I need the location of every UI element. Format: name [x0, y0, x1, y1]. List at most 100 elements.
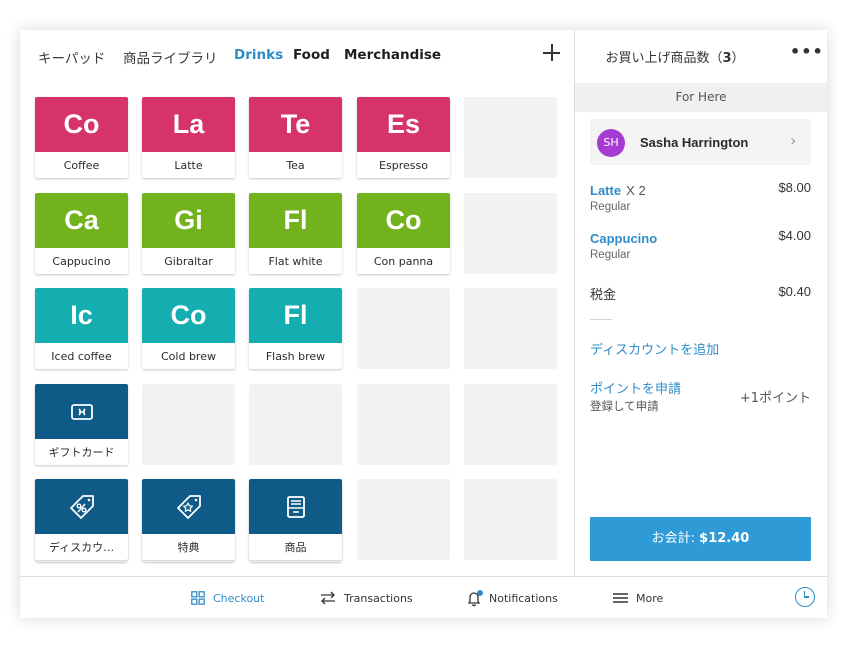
tile-label: 商品 [284, 541, 307, 554]
gift-card-icon [70, 403, 93, 420]
tile-abbreviation: Co [142, 288, 235, 343]
empty-tile-slot[interactable] [464, 288, 557, 369]
tile-abbreviation: Es [357, 97, 450, 152]
tile-abbreviation: Fl [249, 193, 342, 248]
empty-tile-slot[interactable] [464, 384, 557, 465]
nav-more[interactable]: More [613, 577, 663, 618]
tax-line: 税金 $0.40 [590, 284, 811, 303]
customer-name: Sasha Harrington [640, 135, 749, 150]
empty-tile-slot[interactable] [464, 97, 557, 178]
tab-drinks[interactable]: Drinks [234, 47, 283, 63]
tile-label: Coffee [63, 158, 100, 172]
nav-label: Checkout [213, 591, 265, 605]
tile-label: ディスカウ… [48, 541, 115, 554]
gift-card-icon [35, 384, 128, 439]
item-tile-coffee[interactable]: Co Coffee [35, 97, 128, 178]
line-item-name: Latte [590, 183, 622, 198]
divider [590, 319, 612, 320]
discount-tag-icon [35, 479, 128, 534]
clock-icon[interactable] [795, 587, 815, 607]
add-discount-link[interactable]: ディスカウントを追加 [590, 339, 719, 358]
tile-label: Espresso [379, 158, 428, 172]
items-tile[interactable]: 商品 [249, 479, 342, 560]
nav-label: Transactions [344, 591, 413, 605]
item-tile-gibraltar[interactable]: Gi Gibraltar [142, 193, 235, 274]
tile-abbreviation: Ca [35, 193, 128, 248]
category-tab-bar: キーパッド 商品ライブラリ Drinks Food Merchandise [20, 30, 574, 82]
empty-tile-slot[interactable] [357, 288, 450, 369]
item-tile-iced-coffee[interactable]: Ic Iced coffee [35, 288, 128, 369]
item-tile-latte[interactable]: La Latte [142, 97, 235, 178]
tab-item-library[interactable]: 商品ライブラリ [123, 47, 218, 67]
tax-value: $0.40 [778, 284, 811, 299]
empty-tile-slot[interactable] [142, 384, 235, 465]
empty-tile-slot[interactable] [464, 479, 557, 560]
item-tile-tea[interactable]: Te Tea [249, 97, 342, 178]
chevron-right-icon: › [790, 131, 797, 150]
tile-abbreviation: Gi [142, 193, 235, 248]
avatar: SH [597, 129, 625, 157]
sale-title-prefix: お買い上げ商品数（ [605, 51, 723, 66]
item-drawer-icon [286, 495, 305, 518]
tile-abbreviation: Co [35, 97, 128, 152]
item-library-pane: キーパッド 商品ライブラリ Drinks Food Merchandise Co… [20, 30, 574, 576]
line-item-quantity: X 2 [626, 183, 646, 198]
nav-notifications[interactable]: Notifications [466, 577, 558, 618]
tile-abbreviation: Co [357, 193, 450, 248]
tile-label: Iced coffee [51, 349, 112, 363]
line-item-variant: Regular [590, 201, 631, 213]
empty-tile-slot[interactable] [357, 384, 450, 465]
tile-label: ギフトカード [48, 446, 115, 459]
item-tile-cappucino[interactable]: Ca Cappucino [35, 193, 128, 274]
dining-option-selector[interactable]: For Here [575, 83, 827, 112]
sale-item-count: 3 [722, 51, 732, 66]
empty-tile-slot[interactable] [249, 384, 342, 465]
redeem-points-link[interactable]: ポイントを申請 [590, 378, 681, 397]
tile-label: Cold brew [161, 349, 216, 363]
reward-tag-icon [176, 494, 201, 519]
item-tile-con-panna[interactable]: Co Con panna [357, 193, 450, 274]
nav-label: Notifications [489, 591, 558, 605]
customer-card[interactable]: SH Sasha Harrington › [590, 119, 811, 165]
tile-label: Cappucino [52, 254, 111, 268]
add-tab-plus-icon[interactable] [540, 41, 564, 65]
empty-tile-slot[interactable] [357, 479, 450, 560]
item-drawer-icon [249, 479, 342, 534]
sale-title-suffix: ） [731, 51, 745, 66]
item-tile-flash-brew[interactable]: Fl Flash brew [249, 288, 342, 369]
tile-label: Latte [174, 158, 203, 172]
tab-keypad[interactable]: キーパッド [38, 47, 105, 67]
charge-total: $12.40 [699, 531, 750, 546]
tab-merchandise[interactable]: Merchandise [344, 47, 441, 63]
charge-button[interactable]: お会計: $12.40 [590, 517, 811, 561]
sale-item-count-title: お買い上げ商品数（3） [575, 47, 775, 66]
swap-arrows-icon [321, 591, 335, 605]
item-tile-espresso[interactable]: Es Espresso [357, 97, 450, 178]
tile-label: Con panna [373, 254, 434, 268]
rewards-tile[interactable]: 特典 [142, 479, 235, 560]
redeem-points-subtitle: 登録して申請 [590, 399, 659, 413]
sale-line-item[interactable]: Cappucino Regular $4.00 [590, 228, 811, 261]
nav-checkout[interactable]: Checkout [191, 577, 264, 618]
item-tile-flat-white[interactable]: Fl Flat white [249, 193, 342, 274]
charge-label: お会計: [651, 531, 700, 546]
tab-food[interactable]: Food [293, 47, 330, 63]
tile-abbreviation: La [142, 97, 235, 152]
nav-transactions[interactable]: Transactions [320, 577, 413, 618]
gift-card-tile[interactable]: ギフトカード [35, 384, 128, 465]
more-options-icon[interactable]: ••• [790, 42, 824, 61]
item-tile-cold-brew[interactable]: Co Cold brew [142, 288, 235, 369]
tile-label: Tea [286, 158, 305, 172]
tile-abbreviation: Fl [249, 288, 342, 343]
nav-label: More [636, 591, 664, 605]
tile-label: Flash brew [265, 349, 326, 363]
line-item-price: $8.00 [778, 180, 811, 195]
empty-tile-slot[interactable] [464, 193, 557, 274]
reward-tag-icon [142, 479, 235, 534]
sale-line-item[interactable]: Latte X 2 Regular $8.00 [590, 180, 811, 213]
line-item-variant: Regular [590, 249, 631, 261]
bottom-navigation-bar: Checkout Transactions Notifications More [20, 576, 827, 618]
tile-abbreviation: Ic [35, 288, 128, 343]
grid-icon [191, 591, 205, 605]
discounts-tile[interactable]: ディスカウ… [35, 479, 128, 560]
